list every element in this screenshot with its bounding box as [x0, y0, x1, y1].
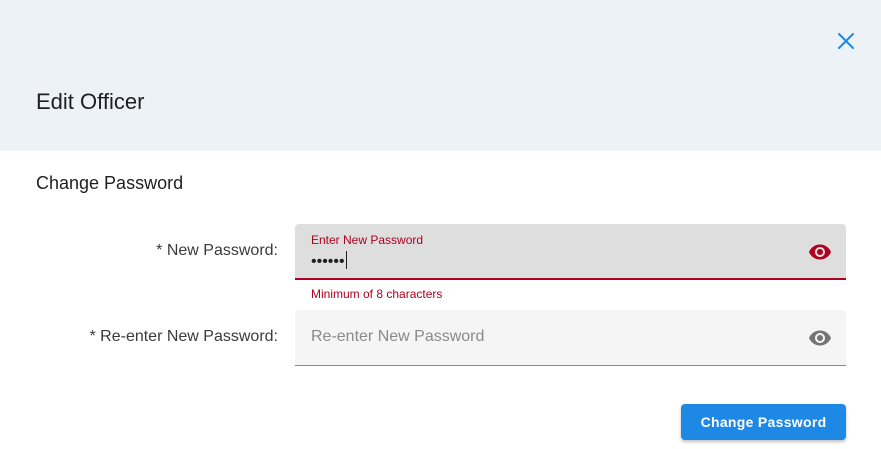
close-button[interactable]	[834, 29, 858, 53]
dialog-header: Edit Officer	[0, 0, 881, 151]
reenter-password-field[interactable]: Re-enter New Password	[295, 310, 846, 366]
new-password-field[interactable]: Enter New Password ••••••	[295, 224, 846, 280]
new-password-label: * New Password:	[156, 242, 278, 259]
reenter-password-placeholder[interactable]: Re-enter New Password	[311, 328, 484, 346]
new-password-visibility-toggle[interactable]	[808, 240, 832, 264]
new-password-input[interactable]: ••••••	[311, 251, 347, 272]
new-password-floating-label: Enter New Password	[311, 233, 424, 247]
new-password-value: ••••••	[311, 253, 345, 270]
eye-icon	[809, 244, 831, 260]
section-title: Change Password	[36, 173, 184, 193]
close-icon	[838, 33, 854, 49]
eye-icon	[809, 330, 831, 346]
reenter-password-visibility-toggle[interactable]	[808, 326, 832, 350]
reenter-password-label: * Re-enter New Password:	[89, 328, 278, 345]
new-password-helper-text: Minimum of 8 characters	[311, 287, 443, 301]
dialog-title: Edit Officer	[36, 89, 145, 114]
change-password-button[interactable]: Change Password	[681, 404, 846, 440]
text-caret	[345, 251, 347, 269]
edit-officer-dialog: Edit Officer Change Password * New Passw…	[0, 0, 881, 449]
